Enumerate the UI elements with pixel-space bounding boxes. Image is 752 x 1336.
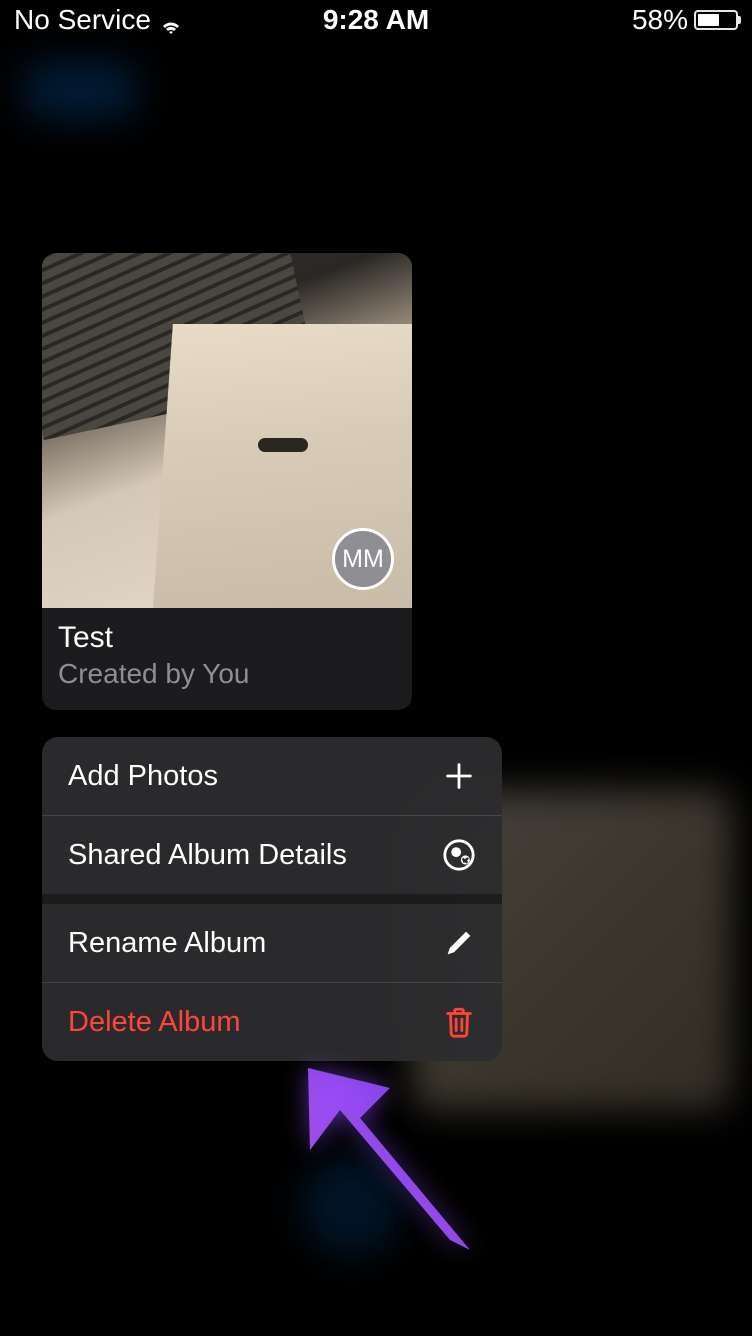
album-preview-card[interactable]: MM Test Created by You	[42, 253, 412, 710]
album-info: Test Created by You	[42, 608, 412, 710]
clock: 9:28 AM	[323, 4, 429, 36]
context-menu: Add Photos Shared Album Details Rename A…	[42, 737, 502, 1061]
album-title: Test	[58, 620, 396, 656]
menu-item-label: Shared Album Details	[68, 839, 347, 872]
album-subtitle: Created by You	[58, 656, 396, 692]
carrier-label: No Service	[14, 4, 151, 36]
battery-level	[698, 14, 719, 26]
plus-icon	[442, 759, 476, 793]
shared-user-badge: MM	[332, 528, 394, 590]
rename-album-button[interactable]: Rename Album	[42, 904, 502, 982]
status-bar: No Service 9:28 AM 58%	[0, 0, 752, 40]
wifi-icon	[159, 11, 183, 29]
album-thumbnail: MM	[42, 253, 412, 608]
menu-item-label: Add Photos	[68, 760, 218, 793]
battery-icon	[694, 10, 738, 30]
menu-item-label: Rename Album	[68, 927, 266, 960]
pencil-icon	[442, 926, 476, 960]
add-photos-button[interactable]: Add Photos	[42, 737, 502, 815]
shared-people-icon	[442, 838, 476, 872]
trash-icon	[442, 1005, 476, 1039]
delete-album-button[interactable]: Delete Album	[42, 983, 502, 1061]
menu-item-label: Delete Album	[68, 1006, 241, 1039]
battery-percentage: 58%	[632, 4, 688, 36]
shared-album-details-button[interactable]: Shared Album Details	[42, 816, 502, 894]
